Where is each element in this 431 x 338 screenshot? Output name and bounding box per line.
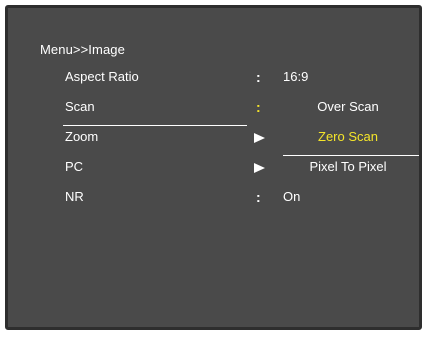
menu-item-label: PC bbox=[65, 159, 84, 174]
aspect-ratio-value: 16:9 bbox=[283, 69, 309, 84]
menu-item-label: Aspect Ratio bbox=[65, 69, 139, 84]
separator-colon: : bbox=[256, 69, 261, 85]
right-arrow-icon bbox=[254, 163, 265, 173]
menu-item-scan[interactable]: Scan : Over Scan bbox=[8, 96, 419, 118]
nr-value: On bbox=[283, 189, 301, 204]
scan-option-pixel-to-pixel[interactable]: Pixel To Pixel bbox=[283, 156, 413, 178]
scan-option-zero-scan[interactable]: Zero Scan bbox=[283, 126, 413, 148]
menu-item-nr[interactable]: NR : On bbox=[8, 186, 419, 208]
separator-colon-active: : bbox=[256, 99, 261, 115]
menu-item-label: Scan bbox=[65, 99, 95, 114]
right-arrow-icon bbox=[254, 133, 265, 143]
menu-breadcrumb-title: Menu>>Image bbox=[40, 42, 125, 57]
menu-item-label: NR bbox=[65, 189, 84, 204]
menu-item-label: Zoom bbox=[65, 129, 99, 144]
separator-colon: : bbox=[256, 189, 261, 205]
menu-item-pc[interactable]: PC Pixel To Pixel bbox=[8, 156, 419, 178]
scan-option-over-scan[interactable]: Over Scan bbox=[283, 96, 413, 118]
osd-menu-panel: Menu>>Image Aspect Ratio : 16:9 Scan : O… bbox=[5, 5, 422, 330]
menu-item-aspect-ratio[interactable]: Aspect Ratio : 16:9 bbox=[8, 66, 419, 88]
menu-item-zoom[interactable]: Zoom Zero Scan bbox=[8, 126, 419, 148]
